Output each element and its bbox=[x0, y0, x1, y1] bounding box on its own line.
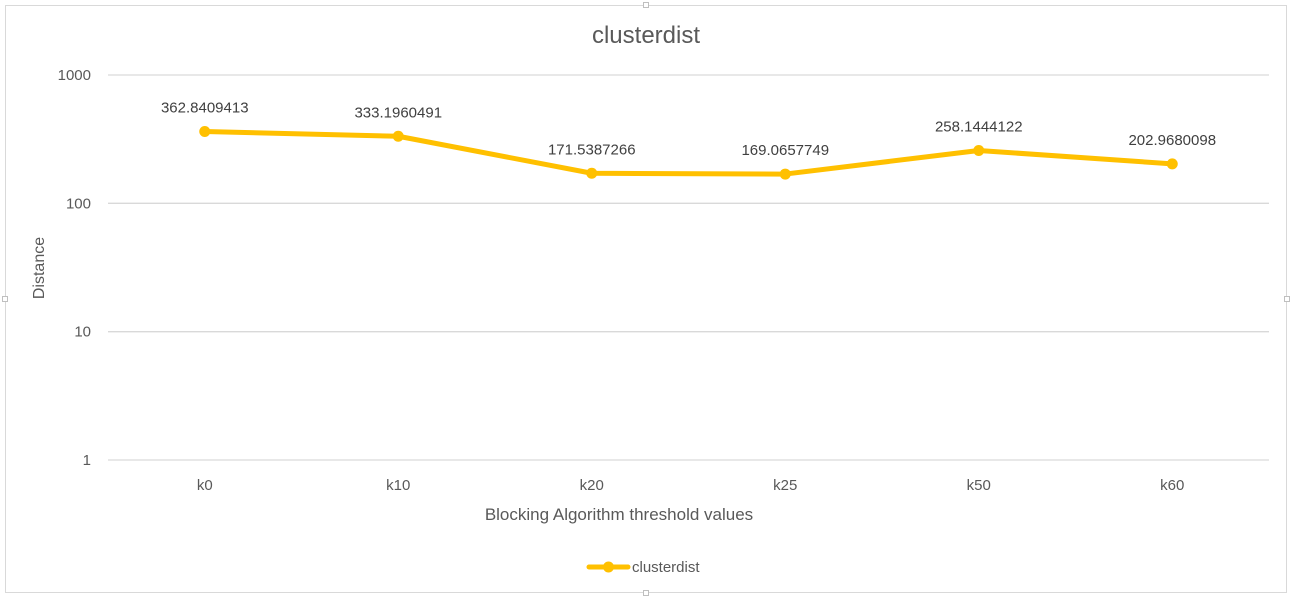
data-point[interactable] bbox=[973, 144, 985, 156]
data-label: 258.1444122 bbox=[935, 118, 1023, 135]
data-point[interactable] bbox=[392, 130, 404, 142]
line-chart: clusterdist Distance Blocking Algorithm … bbox=[31, 22, 1269, 576]
y-tick-label: 1000 bbox=[58, 67, 91, 84]
data-point[interactable] bbox=[586, 167, 598, 179]
data-label: 171.5387266 bbox=[548, 141, 636, 158]
x-tick-label: k10 bbox=[386, 477, 410, 494]
legend: clusterdist bbox=[586, 559, 700, 576]
x-tick-label: k20 bbox=[580, 477, 604, 494]
data-point[interactable] bbox=[1166, 158, 1178, 170]
y-axis-title: Distance bbox=[31, 237, 48, 299]
y-tick-label: 10 bbox=[74, 324, 91, 341]
data-label: 362.8409413 bbox=[161, 100, 249, 117]
data-point[interactable] bbox=[199, 126, 211, 138]
x-tick-label: k0 bbox=[197, 477, 213, 494]
data-label: 333.1960491 bbox=[354, 104, 442, 121]
x-axis-title: Blocking Algorithm threshold values bbox=[485, 505, 753, 524]
legend-marker bbox=[603, 561, 614, 573]
data-point[interactable] bbox=[779, 168, 791, 180]
x-tick-label: k60 bbox=[1160, 477, 1184, 494]
chart-title: clusterdist bbox=[592, 22, 700, 49]
y-tick-label: 100 bbox=[66, 195, 91, 212]
series-line bbox=[202, 129, 1175, 177]
legend-label: clusterdist bbox=[632, 559, 700, 576]
y-tick-label: 1 bbox=[83, 452, 91, 469]
data-label: 169.0657749 bbox=[741, 142, 829, 159]
x-tick-label: k25 bbox=[773, 477, 797, 494]
data-label: 202.9680098 bbox=[1128, 132, 1216, 149]
x-tick-label: k50 bbox=[967, 477, 991, 494]
